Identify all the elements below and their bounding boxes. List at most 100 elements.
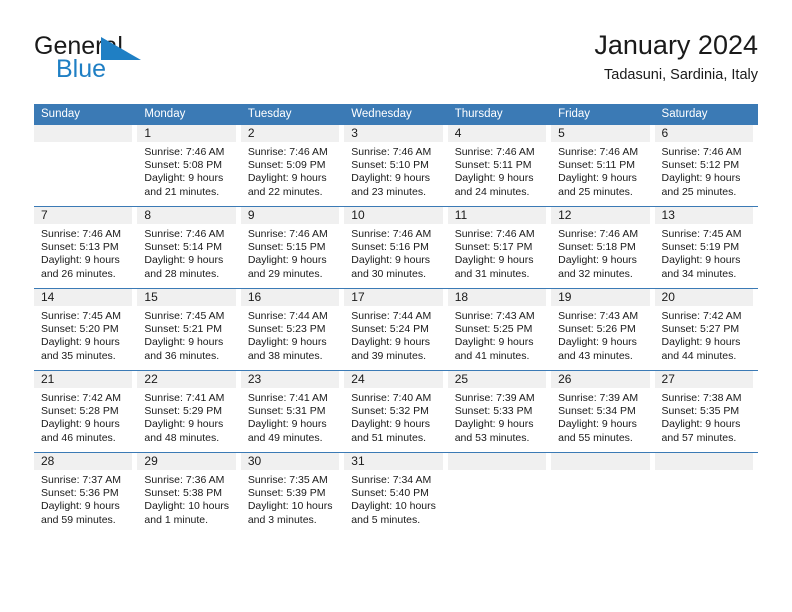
page-title: January 2024 bbox=[594, 30, 758, 60]
sunset-text: Sunset: 5:26 PM bbox=[558, 323, 636, 336]
day-cell[interactable]: 24 Sunrise: 7:40 AM Sunset: 5:32 PM Dayligh… bbox=[344, 371, 447, 452]
sunset-text: Sunset: 5:24 PM bbox=[351, 323, 429, 336]
sunset-text: Sunset: 5:28 PM bbox=[41, 405, 119, 418]
sunrise-text: Sunrise: 7:42 AM bbox=[661, 310, 742, 322]
day-cell[interactable]: 20 Sunrise: 7:42 AM Sunset: 5:27 PM Dayligh… bbox=[654, 289, 758, 370]
daylight-text: Daylight: 9 hours bbox=[351, 172, 431, 185]
day-cell[interactable]: 11 Sunrise: 7:46 AM Sunset: 5:17 PM Dayligh… bbox=[447, 207, 551, 288]
day-cell[interactable]: 14 Sunrise: 7:45 AM Sunset: 5:20 PM Dayligh… bbox=[34, 289, 137, 370]
title-block: January 2024 Tadasuni, Sardinia, Italy bbox=[594, 30, 758, 84]
day-number: 17 bbox=[351, 290, 365, 304]
day-cell[interactable]: 29 Sunrise: 7:36 AM Sunset: 5:38 PM Dayligh… bbox=[137, 453, 240, 534]
sunset-text: Sunset: 5:20 PM bbox=[41, 323, 119, 336]
day-cell[interactable]: 31 Sunrise: 7:34 AM Sunset: 5:40 PM Dayligh… bbox=[344, 453, 447, 534]
calendar-week-row: 7 Sunrise: 7:46 AM Sunset: 5:13 PM Daylight… bbox=[34, 206, 758, 288]
day-cell[interactable]: 7 Sunrise: 7:46 AM Sunset: 5:13 PM Daylight… bbox=[34, 207, 137, 288]
day-number: 3 bbox=[351, 126, 358, 140]
day-cell[interactable]: 25 Sunrise: 7:39 AM Sunset: 5:33 PM Dayligh… bbox=[447, 371, 551, 452]
day-number-band: 29 bbox=[137, 453, 236, 470]
day-details: Sunrise: 7:41 AM Sunset: 5:31 PM Daylight:… bbox=[241, 388, 341, 452]
day-cell[interactable]: 16 Sunrise: 7:44 AM Sunset: 5:23 PM Dayligh… bbox=[240, 289, 344, 370]
day-number-band: 4 bbox=[447, 125, 547, 142]
day-cell[interactable]: 1 Sunrise: 7:46 AM Sunset: 5:08 PM Daylight… bbox=[137, 125, 240, 206]
day-details: Sunrise: 7:40 AM Sunset: 5:32 PM Daylight:… bbox=[344, 388, 444, 452]
day-number: 5 bbox=[558, 126, 565, 140]
day-number: 27 bbox=[661, 372, 675, 386]
day-details: Sunrise: 7:36 AM Sunset: 5:38 PM Daylight:… bbox=[137, 470, 237, 534]
day-cell[interactable]: 13 Sunrise: 7:45 AM Sunset: 5:19 PM Dayligh… bbox=[654, 207, 758, 288]
day-details: Sunrise: 7:39 AM Sunset: 5:33 PM Daylight:… bbox=[448, 388, 548, 452]
day-cell[interactable]: 28 Sunrise: 7:37 AM Sunset: 5:36 PM Dayligh… bbox=[34, 453, 137, 534]
day-number: 20 bbox=[661, 290, 675, 304]
calendar-weeks: 1 Sunrise: 7:46 AM Sunset: 5:08 PM Daylight… bbox=[34, 125, 758, 534]
daylight-text: and 43 minutes. bbox=[558, 349, 633, 362]
day-number-band: 2 bbox=[240, 125, 340, 142]
daylight-text: and 46 minutes. bbox=[41, 431, 116, 444]
sunset-text: Sunset: 5:23 PM bbox=[247, 323, 326, 336]
daylight-text: and 24 minutes. bbox=[454, 185, 530, 198]
day-cell[interactable]: 30 Sunrise: 7:35 AM Sunset: 5:39 PM Dayligh… bbox=[240, 453, 344, 534]
daylight-text: and 28 minutes. bbox=[144, 267, 220, 280]
day-cell[interactable]: 9 Sunrise: 7:46 AM Sunset: 5:15 PM Daylight… bbox=[240, 207, 344, 288]
calendar-week-row: 14 Sunrise: 7:45 AM Sunset: 5:20 PM Dayligh… bbox=[34, 288, 758, 370]
day-number: 18 bbox=[454, 290, 469, 304]
day-cell[interactable]: 2 Sunrise: 7:46 AM Sunset: 5:09 PM Daylight… bbox=[240, 125, 344, 206]
day-number-band bbox=[447, 453, 547, 470]
day-number: 2 bbox=[247, 126, 255, 140]
day-cell[interactable]: 22 Sunrise: 7:41 AM Sunset: 5:29 PM Dayligh… bbox=[137, 371, 240, 452]
day-number: 31 bbox=[351, 454, 365, 468]
day-cell[interactable]: 26 Sunrise: 7:39 AM Sunset: 5:34 PM Dayligh… bbox=[551, 371, 654, 452]
day-details: Sunrise: 7:46 AM Sunset: 5:11 PM Daylight:… bbox=[448, 142, 548, 206]
daylight-text: Daylight: 9 hours bbox=[454, 172, 534, 185]
calendar-page: General Blue January 2024 Tadasuni, Sard… bbox=[0, 0, 792, 612]
day-number-band: 24 bbox=[344, 371, 443, 388]
daylight-text: Daylight: 9 hours bbox=[454, 254, 534, 267]
sunrise-text: Sunrise: 7:41 AM bbox=[247, 392, 328, 404]
day-number: 9 bbox=[247, 208, 255, 222]
weekday-header-wednesday: Wednesday bbox=[351, 108, 412, 120]
daylight-text: Daylight: 9 hours bbox=[144, 418, 224, 431]
daylight-text: Daylight: 9 hours bbox=[144, 254, 224, 267]
day-cell[interactable]: 8 Sunrise: 7:46 AM Sunset: 5:14 PM Daylight… bbox=[137, 207, 240, 288]
day-number-band: 19 bbox=[551, 289, 650, 306]
day-cell[interactable]: 3 Sunrise: 7:46 AM Sunset: 5:10 PM Daylight… bbox=[344, 125, 447, 206]
day-cell[interactable]: 4 Sunrise: 7:46 AM Sunset: 5:11 PM Daylight… bbox=[447, 125, 551, 206]
day-cell[interactable]: 19 Sunrise: 7:43 AM Sunset: 5:26 PM Dayligh… bbox=[551, 289, 654, 370]
day-cell[interactable]: 23 Sunrise: 7:41 AM Sunset: 5:31 PM Dayligh… bbox=[240, 371, 344, 452]
day-number: 30 bbox=[247, 454, 262, 468]
sunset-text: Sunset: 5:10 PM bbox=[351, 159, 429, 172]
day-cell[interactable]: 5 Sunrise: 7:46 AM Sunset: 5:11 PM Daylight… bbox=[551, 125, 654, 206]
daylight-text: and 39 minutes. bbox=[351, 349, 426, 362]
daylight-text: Daylight: 9 hours bbox=[41, 418, 120, 431]
calendar-week-row: 21 Sunrise: 7:42 AM Sunset: 5:28 PM Dayligh… bbox=[34, 370, 758, 452]
day-cell[interactable]: 18 Sunrise: 7:43 AM Sunset: 5:25 PM Dayligh… bbox=[447, 289, 551, 370]
day-cell[interactable]: 6 Sunrise: 7:46 AM Sunset: 5:12 PM Daylight… bbox=[654, 125, 758, 206]
day-cell[interactable]: 17 Sunrise: 7:44 AM Sunset: 5:24 PM Dayligh… bbox=[344, 289, 447, 370]
sunrise-text: Sunrise: 7:45 AM bbox=[41, 310, 121, 322]
sunset-text: Sunset: 5:14 PM bbox=[144, 241, 223, 254]
daylight-text: Daylight: 9 hours bbox=[454, 336, 534, 349]
daylight-text: Daylight: 9 hours bbox=[558, 336, 637, 349]
general-blue-logo[interactable]: General Blue bbox=[34, 34, 274, 94]
daylight-text: and 29 minutes. bbox=[247, 267, 323, 280]
sunset-text: Sunset: 5:09 PM bbox=[247, 159, 326, 172]
day-cell[interactable]: 27 Sunrise: 7:38 AM Sunset: 5:35 PM Dayligh… bbox=[654, 371, 758, 452]
sunrise-text: Sunrise: 7:46 AM bbox=[558, 228, 639, 240]
daylight-text: Daylight: 9 hours bbox=[558, 172, 637, 185]
day-cell[interactable]: 15 Sunrise: 7:45 AM Sunset: 5:21 PM Dayligh… bbox=[137, 289, 240, 370]
day-details: Sunrise: 7:45 AM Sunset: 5:21 PM Daylight:… bbox=[137, 306, 237, 370]
calendar-grid: Sunday Monday Tuesday Wednesday Thursday Frid… bbox=[34, 104, 758, 534]
day-number-band: 7 bbox=[34, 207, 133, 224]
daylight-text: Daylight: 9 hours bbox=[247, 172, 327, 185]
day-cell[interactable]: 12 Sunrise: 7:46 AM Sunset: 5:18 PM Dayligh… bbox=[551, 207, 654, 288]
day-cell[interactable]: 10 Sunrise: 7:46 AM Sunset: 5:16 PM Dayligh… bbox=[344, 207, 447, 288]
day-details: Sunrise: 7:38 AM Sunset: 5:35 PM Daylight:… bbox=[655, 388, 755, 452]
day-details: Sunrise: 7:46 AM Sunset: 5:17 PM Daylight:… bbox=[448, 224, 548, 288]
day-cell-empty bbox=[654, 453, 758, 534]
daylight-text: and 48 minutes. bbox=[144, 431, 220, 444]
day-cell[interactable]: 21 Sunrise: 7:42 AM Sunset: 5:28 PM Dayligh… bbox=[34, 371, 137, 452]
sunrise-text: Sunrise: 7:35 AM bbox=[247, 474, 328, 486]
weekday-header-row: Sunday Monday Tuesday Wednesday Thursday Frid… bbox=[34, 104, 758, 125]
daylight-text: and 51 minutes. bbox=[351, 431, 426, 444]
day-number: 23 bbox=[247, 372, 262, 386]
